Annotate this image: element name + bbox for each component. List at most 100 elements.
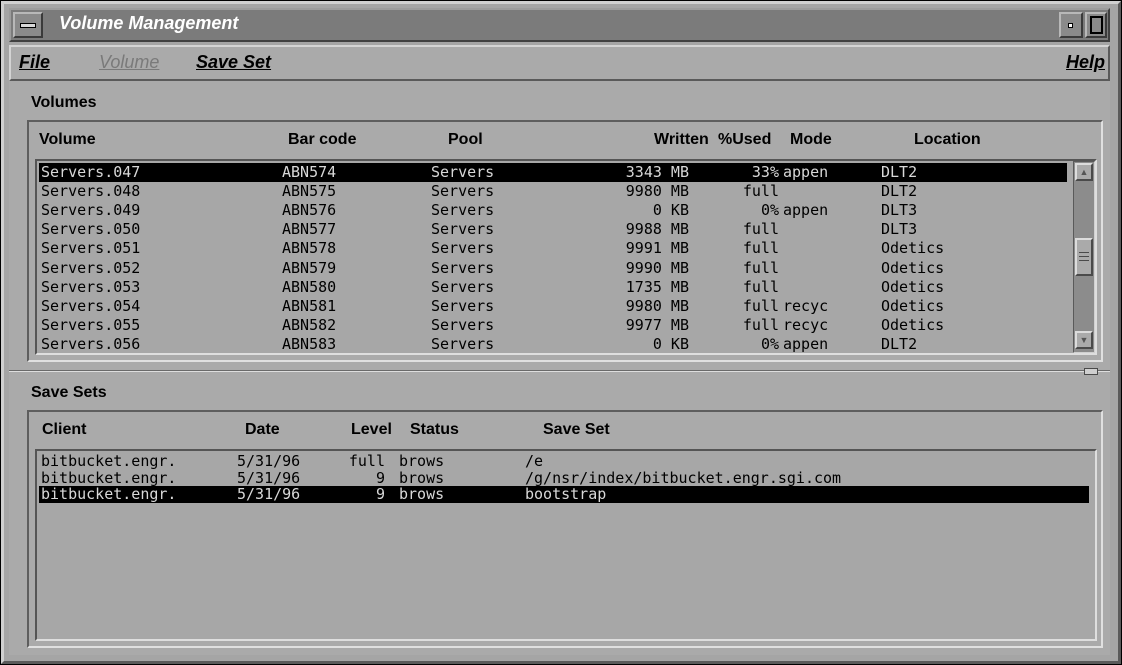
menu-volume-label: Volume — [99, 52, 160, 72]
save-set-row[interactable]: bitbucket.engr. 5/31/96 9 brows bootstrap — [39, 486, 1089, 503]
volume-cell-used: full — [742, 296, 779, 315]
volume-row[interactable]: Servers.053 ABN580 Servers 1735 MB full Odeti… — [39, 278, 1075, 297]
volume-cell-volume: Servers.050 — [41, 220, 141, 239]
volume-cell-barcode: ABN583 — [282, 334, 337, 353]
volumes-scrollbar[interactable]: ▲ ▼ — [1073, 161, 1095, 353]
volume-cell-volume: Servers.052 — [41, 258, 141, 277]
save-set-cell-level: full — [348, 452, 385, 470]
volume-cell-barcode: ABN578 — [282, 239, 337, 258]
volume-cell-location: DLT2 — [881, 182, 918, 201]
pane-sash-handle[interactable] — [1084, 368, 1098, 375]
save-set-cell-level: 9 — [375, 485, 385, 503]
title-bar[interactable]: Volume Management — [9, 8, 1110, 42]
window-menu-button[interactable] — [13, 12, 43, 38]
thumb-grip-line — [1079, 256, 1089, 257]
volume-cell-pool: Servers — [431, 201, 495, 220]
volume-cell-written: 3343 MB — [625, 163, 689, 181]
volume-cell-used: 33% — [751, 163, 779, 181]
menu-file[interactable]: File — [19, 52, 50, 73]
col-header-barcode[interactable]: Bar code — [288, 131, 356, 149]
col-header-location[interactable]: Location — [914, 131, 981, 149]
volume-cell-mode: appen — [783, 201, 829, 220]
volumes-list[interactable]: Servers.047 ABN574 Servers 3343 MB 33% appen D… — [35, 159, 1097, 355]
minimize-button[interactable] — [1059, 12, 1083, 38]
window-menu-icon — [20, 23, 36, 28]
save-set-cell-status: brows — [399, 452, 445, 470]
scroll-up-arrow-icon[interactable]: ▲ — [1075, 163, 1093, 181]
menu-bar: File Volume Save Set Help — [9, 45, 1110, 81]
col-header-mode[interactable]: Mode — [790, 131, 832, 149]
volume-cell-location: Odetics — [881, 239, 945, 258]
maximize-icon — [1090, 16, 1103, 34]
volume-cell-pool: Servers — [431, 334, 495, 353]
volume-cell-location: DLT2 — [881, 334, 918, 353]
save-set-cell-status: brows — [399, 485, 445, 503]
volume-cell-pool: Servers — [431, 239, 495, 258]
save-set-cell-date: 5/31/96 — [237, 468, 301, 487]
col-header-used[interactable]: %Used — [718, 131, 771, 149]
volume-cell-pool: Servers — [431, 182, 495, 201]
volume-cell-barcode: ABN575 — [282, 182, 337, 201]
save-set-cell-client: bitbucket.engr. — [41, 468, 177, 487]
menu-save-set-label: Save Set — [196, 52, 272, 72]
volume-cell-volume: Servers.055 — [41, 315, 141, 334]
volume-row[interactable]: Servers.049 ABN576 Servers 0 KB 0% appen DLT3 — [39, 201, 1075, 220]
menu-save-set[interactable]: Save Set — [196, 52, 271, 73]
volume-row[interactable]: Servers.055 ABN582 Servers 9977 MB full recyc… — [39, 316, 1075, 335]
save-set-row[interactable]: bitbucket.engr. 5/31/96 full brows/e — [39, 453, 1089, 470]
volume-cell-barcode: ABN581 — [282, 296, 337, 315]
thumb-grip-line — [1079, 252, 1089, 253]
volume-cell-barcode: ABN576 — [282, 201, 337, 220]
scrollbar-thumb[interactable] — [1075, 238, 1093, 276]
col-header-status[interactable]: Status — [410, 421, 459, 439]
volume-cell-barcode: ABN579 — [282, 258, 337, 277]
maximize-button[interactable] — [1085, 12, 1107, 38]
volume-cell-volume: Servers.049 — [41, 201, 141, 220]
volume-cell-used: full — [742, 258, 779, 277]
pane-divider — [9, 370, 1110, 372]
volume-row[interactable]: Servers.047 ABN574 Servers 3343 MB 33% appen D… — [39, 163, 1067, 182]
volume-cell-volume: Servers.056 — [41, 334, 141, 353]
menu-help[interactable]: Help — [1066, 52, 1105, 73]
save-set-cell-client: bitbucket.engr. — [41, 452, 177, 470]
save-sets-section-label: Save Sets — [31, 384, 107, 401]
volume-management-window: Volume Management File Volume Save Set H… — [0, 0, 1122, 665]
volume-row[interactable]: Servers.051 ABN578 Servers 9991 MB full Odeti… — [39, 239, 1075, 258]
volume-row[interactable]: Servers.056 ABN583 Servers 0 KB 0% appen DLT2 — [39, 334, 1075, 353]
volume-cell-pool: Servers — [431, 163, 495, 181]
volume-cell-volume: Servers.053 — [41, 277, 141, 296]
volume-row[interactable]: Servers.054 ABN581 Servers 9980 MB full recyc… — [39, 297, 1075, 316]
volume-row[interactable]: Servers.052 ABN579 Servers 9990 MB full Odeti… — [39, 259, 1075, 278]
volume-cell-used: 0% — [760, 334, 779, 353]
volume-cell-mode: appen — [783, 163, 829, 181]
col-header-written[interactable]: Written — [654, 131, 709, 149]
volume-row[interactable]: Servers.050 ABN577 Servers 9988 MB full DLT3 — [39, 220, 1075, 239]
volume-cell-used: full — [742, 315, 779, 334]
volume-cell-written: 1735 MB — [625, 277, 689, 296]
scroll-down-arrow-icon[interactable]: ▼ — [1075, 331, 1093, 349]
col-header-date[interactable]: Date — [245, 421, 280, 439]
save-set-row[interactable]: bitbucket.engr. 5/31/96 9 brows/g/nsr/index… — [39, 468, 1089, 487]
client-area: File Volume Save Set Help Volumes Volume… — [9, 45, 1110, 655]
save-set-cell-save-set: /g/nsr/index/bitbucket.engr.sgi.com — [525, 468, 842, 487]
col-header-save-set[interactable]: Save Set — [543, 421, 610, 439]
col-header-pool[interactable]: Pool — [448, 131, 483, 149]
volume-cell-location: Odetics — [881, 315, 945, 334]
save-set-cell-save-set: /e — [525, 452, 544, 470]
volume-cell-volume: Servers.047 — [41, 163, 141, 181]
volume-cell-location: DLT3 — [881, 201, 918, 220]
minimize-icon — [1068, 23, 1073, 28]
volume-cell-barcode: ABN574 — [282, 163, 337, 181]
save-set-cell-client: bitbucket.engr. — [41, 485, 177, 503]
col-header-volume[interactable]: Volume — [39, 131, 96, 149]
volume-cell-mode: recyc — [783, 315, 829, 334]
volume-row[interactable]: Servers.048 ABN575 Servers 9980 MB full DLT2 — [39, 182, 1075, 201]
menu-volume[interactable]: Volume — [99, 52, 159, 73]
volume-cell-pool: Servers — [431, 315, 495, 334]
col-header-level[interactable]: Level — [351, 421, 392, 439]
volume-cell-location: DLT3 — [881, 220, 918, 239]
volume-cell-mode: recyc — [783, 296, 829, 315]
save-sets-list[interactable]: bitbucket.engr. 5/31/96 full brows/e bitbuck… — [35, 449, 1097, 641]
col-header-client[interactable]: Client — [42, 421, 86, 439]
volume-cell-written: 9977 MB — [625, 315, 689, 334]
